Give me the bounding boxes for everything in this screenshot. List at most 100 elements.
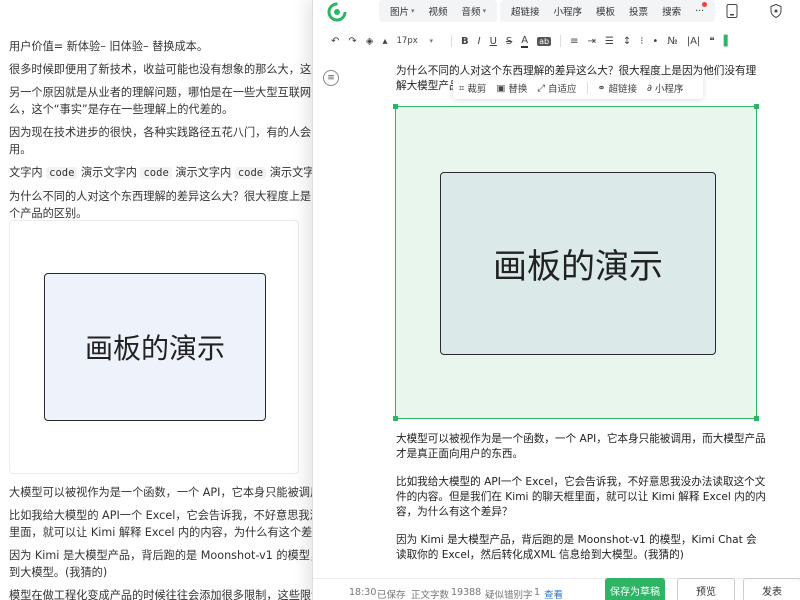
toolbar-search-button[interactable]: 搜索 — [657, 4, 686, 18]
quote-icon[interactable]: ❝ — [709, 36, 714, 47]
replace-label: 替换 — [508, 84, 528, 95]
doc-line: 因为现在技术进步的很快，各种实践路径五花八门，有的人会觉得这 — [9, 126, 312, 139]
fit-button[interactable]: ⤢ 自适应 — [537, 81, 576, 96]
resize-handle[interactable] — [393, 416, 398, 421]
editor-paragraph: 大模型可以被视作为是一个函数，一个 API，它本身只能被调用，而大模型产品才是真… — [396, 433, 766, 460]
whiteboard-image: 画板的演示 — [44, 273, 266, 421]
word-count-value: 19388 — [451, 587, 482, 598]
resize-handle[interactable] — [754, 104, 759, 109]
code-line-text: 演示文字内 — [171, 166, 235, 179]
save-draft-button[interactable]: 保存为草稿 — [605, 578, 665, 600]
doc-line: 用户价值= 新体验– 旧体验– 替换成本。 — [9, 40, 209, 53]
align-icon[interactable]: ≡ — [570, 36, 578, 47]
toolbar-audio-menu[interactable]: 音频 ▾ — [457, 4, 492, 18]
app-logo-icon — [327, 2, 347, 22]
shield-icon[interactable] — [765, 1, 787, 21]
strikethrough-button[interactable]: S — [506, 36, 512, 47]
code-line-text: 演示文字内 — [77, 166, 141, 179]
toolbar-label: 图片 — [390, 7, 410, 18]
doc-line: 为什么不同的人对这个东西理解的差异这么大？很大程度上是因为他 — [9, 190, 312, 203]
toolbar-template-button[interactable]: 模板 — [591, 4, 620, 18]
mini-label: 小程序 — [654, 84, 684, 95]
bold-button[interactable]: B — [461, 36, 469, 47]
outline-toggle-icon[interactable]: ≡ — [323, 70, 339, 86]
image-toolbar: ⌗ 裁剪 ▣ 替换 ⤢ 自适应 ⚭ 超链接 ∂ 小程序 — [453, 77, 703, 99]
divider — [586, 82, 588, 94]
doc-line: 因为 Kimi 是大模型产品，背后跑的是 Moonshot-v1 的模型，Kim… — [9, 549, 312, 562]
toolbar-image-menu[interactable]: 图片 ▾ — [385, 4, 420, 18]
toolbar-video-button[interactable]: 视频 — [424, 4, 453, 18]
inline-code: code — [46, 167, 78, 179]
redo-icon[interactable]: ↷ — [348, 36, 356, 47]
font-color-button[interactable]: A — [521, 35, 529, 48]
editor-content-lower[interactable]: 大模型可以被视作为是一个函数，一个 API，它本身只能被调用，而大模型产品才是真… — [396, 432, 766, 576]
underline-button[interactable]: U — [490, 36, 497, 47]
doc-line: 大模型可以被视作为是一个函数，一个 API，它本身只能被调用，而大 — [9, 486, 312, 499]
phone-preview-icon[interactable] — [721, 1, 743, 21]
resize-handle[interactable] — [754, 416, 759, 421]
format-painter-icon[interactable]: ◈ — [366, 36, 374, 47]
divider — [450, 35, 452, 47]
miniprogram-button[interactable]: ∂ 小程序 — [646, 81, 684, 96]
typo-count: 1 — [534, 587, 541, 598]
doc-line: 用。 — [9, 143, 32, 156]
divider — [560, 35, 562, 47]
toolbar-label: 音频 — [461, 7, 481, 18]
ordered-list-icon[interactable]: № — [667, 36, 677, 47]
doc-line: 么，这个“事实”是存在一些理解上的代差的。 — [9, 103, 234, 116]
document-body: 用户价值= 新体验– 旧体验– 替换成本。 很多时候即便用了新技术，收益可能也没… — [9, 38, 312, 228]
line-spacing-icon[interactable]: ☰ — [605, 36, 614, 47]
font-size-select[interactable]: 17px ▾ — [397, 36, 442, 46]
toolbar-hyperlink-button[interactable]: 超链接 — [506, 4, 545, 18]
replace-button[interactable]: ▣ 替换 — [496, 81, 528, 96]
inline-code: code — [140, 167, 172, 179]
doc-line: 另一个原因就是从业者的理解问题，哪怕是在一些大型互联网公司内 — [9, 86, 312, 99]
toolbar-miniprogram-button[interactable]: 小程序 — [549, 4, 588, 18]
toolbar-more-button[interactable]: ··· — [690, 6, 709, 17]
toolbar-vote-button[interactable]: 投票 — [624, 4, 653, 18]
notification-dot — [702, 2, 707, 7]
block-color-icon[interactable]: ▌ — [724, 36, 732, 47]
font-size-value: 17px — [396, 36, 418, 46]
expand-icon: ⤢ — [537, 82, 545, 94]
inline-code: code — [234, 167, 267, 179]
indent-icon[interactable]: ⇥ — [587, 36, 595, 47]
doc-line: 很多时候即便用了新技术，收益可能也没有想象的那么大，这是一个 — [9, 63, 312, 76]
resize-handle[interactable] — [393, 104, 398, 109]
crop-button[interactable]: ⌗ 裁剪 — [459, 81, 487, 96]
editor-paragraph: 因为 Kimi 是大模型产品，背后跑的是 Moonshot-v1 的模型，Kim… — [396, 534, 757, 561]
caret-down-icon: ▾ — [411, 7, 415, 15]
doc-line: 模型在做工程化变成产品的时候往往会添加很多限制，这些限制可能 — [9, 589, 312, 600]
highlight-icon[interactable]: ab — [537, 36, 552, 46]
link-button[interactable]: ⚭ 超链接 — [598, 81, 637, 96]
eraser-icon[interactable]: ▴ — [382, 36, 387, 47]
save-status: 已保存 — [377, 590, 406, 600]
code-line-text: 文字内 — [9, 166, 47, 179]
editor-paragraph: 比如我给大模型的 API一个 Excel，它会告诉我，不好意思我没办法读取这个文… — [396, 476, 767, 518]
doc-code-line: 文字内 code 演示文字内 code 演示文字内 code 演示文字内 cod… — [9, 164, 312, 182]
toolbar-label: 视频 — [428, 7, 448, 18]
save-time: 18:30 — [349, 587, 377, 598]
doc-line: 比如我给大模型的 API一个 Excel，它会告诉我，不好意思我没办法读 — [9, 509, 312, 522]
media-toolbar: 图片 ▾ 视频 音频 ▾ — [379, 0, 498, 22]
image-icon: ▣ — [496, 82, 506, 94]
selected-image[interactable]: 画板的演示 — [393, 104, 759, 421]
preview-button[interactable]: 预览 — [677, 578, 735, 600]
italic-button[interactable]: I — [478, 36, 481, 47]
format-toolbar: ↶ ↷ ◈ ▴ 17px ▾ B I U S A ab ≡ ⇥ ☰ ↕ ⁝ • … — [331, 32, 800, 50]
crop-label: 裁剪 — [467, 84, 487, 95]
spacing-icon[interactable]: ↕ — [623, 36, 631, 47]
crop-icon: ⌗ — [459, 82, 465, 94]
typo-label: 疑似错别字 — [485, 590, 533, 600]
view-typos-link[interactable]: 查看 — [544, 587, 563, 600]
letter-spacing-icon[interactable]: |A| — [687, 36, 701, 47]
undo-icon[interactable]: ↶ — [331, 36, 339, 47]
document-figure: 画板的演示 — [9, 220, 299, 474]
insert-toolbar: 超链接 小程序 模板 投票 搜索 ··· — [500, 0, 716, 22]
miniprogram-icon: ∂ — [646, 82, 652, 94]
link-label: 超链接 — [608, 84, 637, 95]
list-icon[interactable]: ⁝ — [640, 36, 643, 47]
publish-button[interactable]: 发表 — [743, 578, 800, 600]
code-line-text: 演示文字内 — [269, 166, 312, 179]
bullet-list-icon[interactable]: • — [652, 36, 658, 47]
